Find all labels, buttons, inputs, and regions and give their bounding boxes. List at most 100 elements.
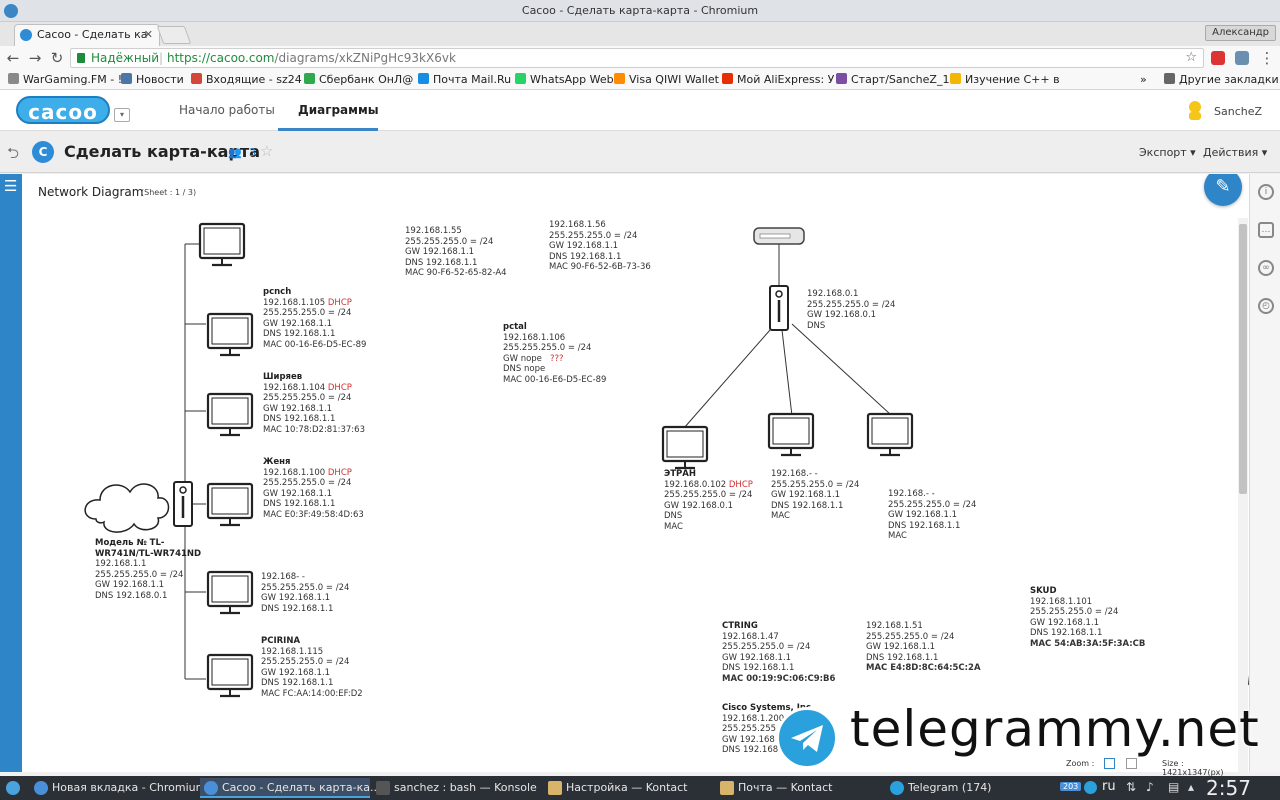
- bookmark-item[interactable]: Новости: [121, 73, 184, 87]
- taskbar-item-active[interactable]: Cacoo - Сделать карта-ка...: [200, 778, 380, 798]
- kde-launcher-icon[interactable]: [2, 778, 24, 798]
- bookmark-label: Почта Mail.Ru: [433, 73, 512, 86]
- bookmarks-more-button[interactable]: »: [1140, 73, 1147, 87]
- window-titlebar: Cacoo - Сделать карта-карта - Chromium: [0, 0, 1280, 22]
- tray-expand-icon[interactable]: ▴: [1188, 780, 1194, 794]
- label-details: DNS nope MAC 00-16-E6-D5-EC-89: [503, 364, 607, 385]
- history-clock-icon[interactable]: ◴: [1258, 298, 1274, 314]
- tab-cacoo[interactable]: Cacoo - Сделать ка ✕: [14, 24, 160, 46]
- bookmark-label: WarGaming.FM - !: [23, 73, 123, 86]
- zoom-fit-icon[interactable]: [1104, 758, 1115, 769]
- other-bookmarks[interactable]: Другие закладки: [1164, 73, 1279, 87]
- keyboard-layout[interactable]: ru: [1102, 779, 1116, 794]
- url-path: /diagrams/xkZNiPgHc93kX6vk: [274, 51, 456, 65]
- clipboard-icon[interactable]: ▤: [1168, 780, 1179, 794]
- link-icon[interactable]: ∞: [1258, 260, 1274, 276]
- volume-icon[interactable]: ♪: [1146, 780, 1154, 794]
- undo-back-icon[interactable]: ⮌: [7, 143, 19, 168]
- bookmark-item[interactable]: Visa QIWI Wallet: [614, 73, 719, 87]
- address-bar-row: ← → ↻ Надёжный | https://cacoo.com/diagr…: [0, 46, 1280, 70]
- diagram-canvas[interactable]: Network Diagram (Sheet : 1 / 3) ✎ pcnch …: [22, 174, 1249, 772]
- task-label: Telegram (174): [908, 781, 992, 794]
- label-name: SKUD: [1030, 586, 1057, 596]
- label-name: Женя: [263, 457, 291, 467]
- label-name: ЭТРАН: [664, 469, 696, 479]
- gmail-icon: [191, 73, 202, 84]
- scrollbar-thumb[interactable]: [1239, 224, 1247, 494]
- new-tab-button[interactable]: [156, 26, 192, 44]
- bookmark-item[interactable]: Мой AliExpress: У: [722, 73, 834, 87]
- extension-icon[interactable]: [1235, 51, 1249, 65]
- pc-shiryaev-icon: [206, 392, 254, 437]
- taskbar-item[interactable]: Почта — Kontact: [716, 778, 884, 798]
- bookmark-label: WhatsApp Web: [530, 73, 614, 86]
- telegram-logo-icon: [776, 707, 838, 769]
- dhcp-flag: DHCP: [327, 467, 352, 478]
- bookmark-star-icon[interactable]: ☆: [1185, 49, 1197, 67]
- zoom-actual-icon[interactable]: [1126, 758, 1137, 769]
- task-label: Настройка — Kontact: [566, 781, 688, 794]
- sberbank-icon: [304, 73, 315, 84]
- export-menu[interactable]: Экспорт ▾: [1139, 146, 1196, 159]
- bookmark-item[interactable]: Входящие - sz24: [191, 73, 302, 87]
- info-icon[interactable]: i: [1258, 184, 1274, 200]
- actions-menu[interactable]: Действия ▾: [1203, 146, 1267, 159]
- bookmark-item[interactable]: Сбербанк ОнЛ@: [304, 73, 413, 87]
- bookmark-item[interactable]: WarGaming.FM - !: [8, 73, 122, 87]
- label-details: 255.255.255.0 = /24 GW 192.168.1.1 DNS 1…: [263, 478, 364, 520]
- right-tool-panel: i … ∞ ◴: [1249, 174, 1280, 772]
- bookmark-item[interactable]: Изучение C++ в: [950, 73, 1060, 87]
- bookmark-item[interactable]: Почта Mail.Ru: [418, 73, 511, 87]
- cacoo-favicon-icon: [20, 29, 32, 41]
- url-text: https://cacoo.com/diagrams/xkZNiPgHc93kX…: [167, 49, 456, 67]
- adblock-icon[interactable]: [1211, 51, 1225, 65]
- nav-tab-diagrams[interactable]: Диаграммы: [298, 103, 379, 117]
- task-label: Почта — Kontact: [738, 781, 833, 794]
- hamburger-menu-icon[interactable]: ☰: [4, 178, 17, 194]
- profile-chip[interactable]: Александр: [1205, 25, 1276, 41]
- bookmark-label: Сбербанк ОнЛ@: [319, 73, 414, 86]
- back-icon[interactable]: ←: [4, 49, 22, 67]
- taskbar-item[interactable]: sanchez : bash — Konsole: [372, 778, 542, 798]
- taskbar-item[interactable]: Настройка — Kontact: [544, 778, 714, 798]
- chromium-icon: [34, 781, 48, 795]
- secure-label: Надёжный: [91, 51, 159, 65]
- user-avatar-icon[interactable]: [1186, 100, 1204, 120]
- taskbar-item[interactable]: Telegram (174): [886, 778, 1056, 798]
- comment-icon[interactable]: …: [1258, 222, 1274, 238]
- taskbar-item[interactable]: Новая вкладка - Chromium: [30, 778, 206, 798]
- left-connectors: [184, 243, 206, 680]
- nav-tab-getting-started[interactable]: Начало работы: [179, 103, 275, 117]
- omnibox[interactable]: Надёжный | https://cacoo.com/diagrams/xk…: [70, 48, 1204, 68]
- favorite-star-icon[interactable]: ☆: [260, 142, 273, 160]
- cacoo-logo[interactable]: cacoo: [16, 96, 110, 124]
- bookmark-label: Входящие - sz24: [206, 73, 302, 86]
- label-gw: GW nope: [503, 353, 542, 364]
- dhcp-flag: DHCP: [728, 479, 753, 490]
- notification-badge[interactable]: 203: [1060, 782, 1082, 791]
- pc-right-icon: [866, 412, 914, 457]
- sheet-info: (Sheet : 1 / 3): [141, 188, 197, 197]
- bookmark-item[interactable]: Старт/SancheZ_1: [836, 73, 949, 87]
- close-tab-icon[interactable]: ✕: [144, 25, 153, 45]
- clock[interactable]: 2:57: [1206, 776, 1251, 800]
- network-icon[interactable]: ⇅: [1126, 780, 1136, 794]
- start-icon: [836, 73, 847, 84]
- tab-strip: Cacoo - Сделать ка ✕ Александр: [0, 22, 1280, 46]
- bookmark-item[interactable]: WhatsApp Web: [515, 73, 614, 87]
- label-pc56: 192.168.1.56 255.255.255.0 = /24 GW 192.…: [549, 220, 651, 272]
- label-mac: MAC 00:19:9C:06:C9:B6: [722, 673, 836, 684]
- telegram-tray-icon[interactable]: [1084, 781, 1097, 794]
- label-router: Модель № TL- WR741N/TL-WR741ND 192.168.1…: [95, 538, 201, 601]
- reload-icon[interactable]: ↻: [48, 49, 66, 67]
- chevron-down-icon[interactable]: ▾: [114, 108, 130, 122]
- vertical-scrollbar[interactable]: [1238, 218, 1248, 772]
- right-connectors: [683, 244, 891, 429]
- kontact-icon: [720, 781, 734, 795]
- menu-dots-icon[interactable]: ⋮: [1258, 49, 1276, 67]
- member-count[interactable]: 3: [249, 146, 256, 159]
- chromium-icon: [204, 781, 218, 795]
- members-icon[interactable]: 👥: [228, 146, 242, 159]
- user-name[interactable]: SancheZ: [1214, 105, 1262, 118]
- forward-icon[interactable]: →: [26, 49, 44, 67]
